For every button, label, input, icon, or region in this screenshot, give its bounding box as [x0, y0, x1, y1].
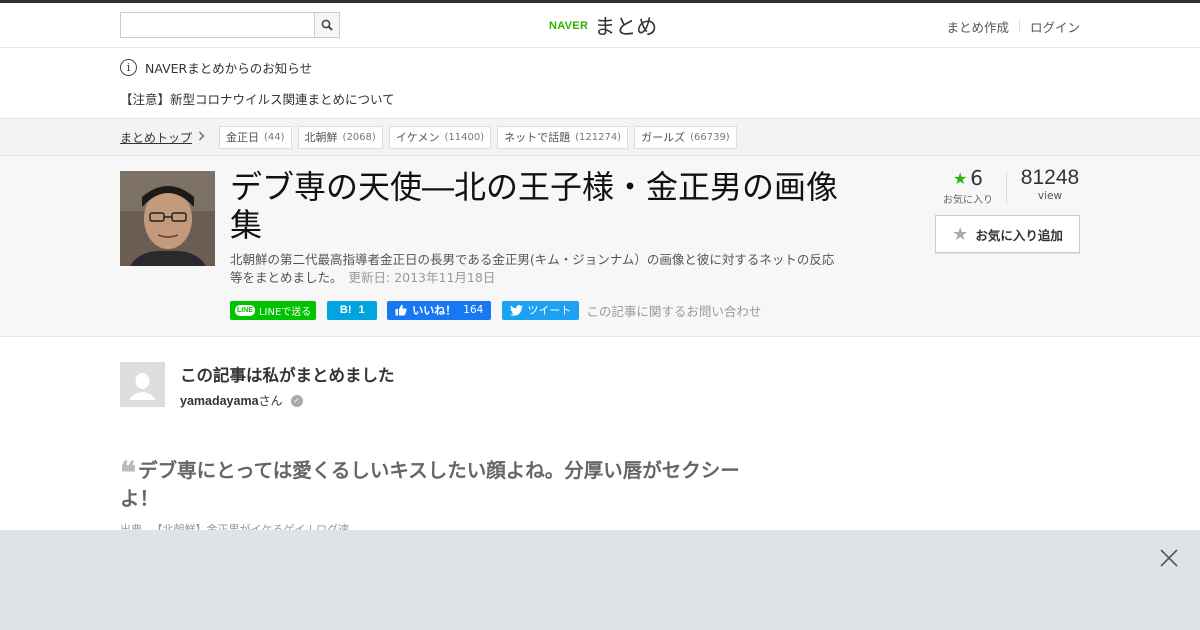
breadcrumb: まとめトップ 金正日 (44) 北朝鮮 (2068) イケメン (11400) ネット… — [120, 125, 743, 149]
hatena-icon: B! — [339, 304, 352, 316]
updated-date: 更新日: 2013年11月18日 — [348, 270, 496, 285]
search-icon — [321, 19, 333, 31]
author-lead: この記事は私がまとめました — [180, 366, 395, 385]
favorites-label: お気に入り — [943, 195, 993, 206]
create-matome-link[interactable]: まとめ作成 — [946, 17, 1009, 36]
tag-link[interactable]: 金正日 (44) — [219, 125, 292, 149]
search-box — [120, 12, 340, 38]
tag-link[interactable]: 北朝鮮 (2068) — [297, 125, 383, 149]
bottom-ad-banner — [0, 530, 1200, 630]
tag-link[interactable]: ネットで話題 (121274) — [497, 125, 629, 149]
add-favorite-button[interactable]: ★ お気に入り追加 — [935, 215, 1080, 253]
tag-label: 北朝鮮 — [304, 131, 338, 144]
author-name-link[interactable]: yamadayama — [180, 394, 259, 408]
favorites-count: 6 — [970, 166, 984, 190]
logo-name: まとめ — [594, 15, 658, 39]
share-buttons: LINE LINEで送る B! 1 いいね！ 164 ツイート この記事に関する… — [230, 300, 761, 320]
tag-link[interactable]: ガールズ (66739) — [634, 125, 737, 149]
top-bar: NAVER まとめ まとめ作成 ログイン — [0, 0, 1200, 48]
tag-count: (121274) — [575, 131, 622, 143]
quote-text-wrapper: ❝ デブ専にとっては愛くるしいキスしたい顔よね。分厚い唇がセクシーよ！ — [120, 457, 750, 513]
notice-area: i NAVERまとめからのお知らせ 【注意】新型コロナウイルス関連まとめについて — [120, 56, 1080, 107]
quote-text: デブ専にとっては愛くるしいキスしたい顔よね。分厚い唇がセクシーよ！ — [120, 459, 740, 510]
twitter-bird-icon — [510, 304, 524, 316]
views-label: view — [1037, 190, 1063, 202]
tag-count: (11400) — [444, 131, 485, 143]
author-suffix: さん — [258, 394, 283, 408]
article-title: デブ専の天使―北の王子様・金正男の画像集 — [230, 168, 839, 244]
star-icon: ★ — [952, 168, 968, 188]
hatena-bookmark-button[interactable]: B! 1 — [327, 300, 378, 320]
notice-item-link[interactable]: 【注意】新型コロナウイルス関連まとめについて — [120, 89, 1080, 107]
line-share-button[interactable]: LINE LINEで送る — [230, 300, 317, 320]
author-name-row: yamadayama さん ✓ — [180, 392, 303, 409]
star-icon: ★ — [952, 223, 969, 245]
tweet-button[interactable]: ツイート — [502, 300, 580, 320]
close-icon — [1160, 549, 1178, 567]
tag-label: ネットで話題 — [504, 131, 571, 144]
article-contact-link[interactable]: この記事に関するお問い合わせ — [586, 301, 761, 320]
tweet-label: ツイート — [527, 304, 572, 317]
views-count: 81248 — [1020, 166, 1080, 189]
breadcrumb-bar: まとめトップ 金正日 (44) 北朝鮮 (2068) イケメン (11400) ネット… — [0, 118, 1200, 156]
stat-divider — [1006, 172, 1007, 204]
chevron-right-icon — [198, 130, 205, 144]
facebook-like-count: 164 — [463, 304, 484, 316]
default-user-icon — [120, 362, 165, 407]
article-thumbnail — [120, 171, 215, 266]
tag-label: 金正日 — [226, 131, 260, 144]
login-link[interactable]: ログイン — [1030, 17, 1080, 36]
search-input[interactable] — [121, 13, 315, 37]
breadcrumb-home-link[interactable]: まとめトップ — [120, 129, 192, 146]
quote-mark-icon: ❝ — [120, 456, 137, 491]
tag-label: ガールズ — [641, 131, 686, 144]
tag-count: (2068) — [342, 131, 376, 143]
article-stats: ★ 6 お気に入り 81248 view — [935, 166, 1080, 206]
search-button[interactable] — [314, 13, 339, 37]
description-text: 北朝鮮の第二代最高指導者金正日の長男である金正男(キム・ジョンナム）の画像と彼に… — [230, 252, 835, 285]
tag-count: (44) — [264, 131, 285, 143]
favorites-stat: ★ 6 お気に入り — [935, 166, 1001, 206]
views-stat: 81248 view — [1013, 166, 1087, 202]
tag-link[interactable]: イケメン (11400) — [388, 125, 492, 149]
hatena-count: 1 — [358, 304, 365, 316]
quote-block: ❝デブ専にとっては愛くるしいキスしたい顔よね。分厚い唇がセクシーよ！ 出典 【北… — [120, 457, 750, 537]
notice-title: NAVERまとめからのお知らせ — [145, 60, 312, 76]
add-favorite-label: お気に入り追加 — [975, 227, 1063, 243]
article-description: 北朝鮮の第二代最高指導者金正日の長男である金正男(キム・ジョンナム）の画像と彼に… — [230, 251, 840, 287]
tag-count: (66739) — [690, 131, 730, 143]
facebook-like-label: いいね！ — [412, 304, 457, 317]
notice-header: i NAVERまとめからのお知らせ — [120, 56, 1080, 78]
info-icon: i — [120, 58, 137, 76]
site-logo[interactable]: NAVER まとめ — [549, 12, 657, 40]
link-divider — [1018, 20, 1020, 33]
thumbs-up-icon — [395, 304, 407, 316]
line-icon: LINE — [235, 304, 255, 316]
facebook-like-button[interactable]: いいね！ 164 — [387, 300, 492, 320]
logo-brand: NAVER — [549, 20, 589, 32]
avatar[interactable] — [120, 362, 165, 407]
ad-close-button[interactable] — [1158, 547, 1180, 569]
tag-label: イケメン — [395, 131, 440, 144]
article-header: デブ専の天使―北の王子様・金正男の画像集 北朝鮮の第二代最高指導者金正日の長男で… — [0, 156, 1200, 337]
line-share-label: LINEで送る — [258, 306, 312, 318]
header-links: まとめ作成 ログイン — [946, 17, 1080, 36]
verified-check-icon: ✓ — [290, 394, 303, 407]
